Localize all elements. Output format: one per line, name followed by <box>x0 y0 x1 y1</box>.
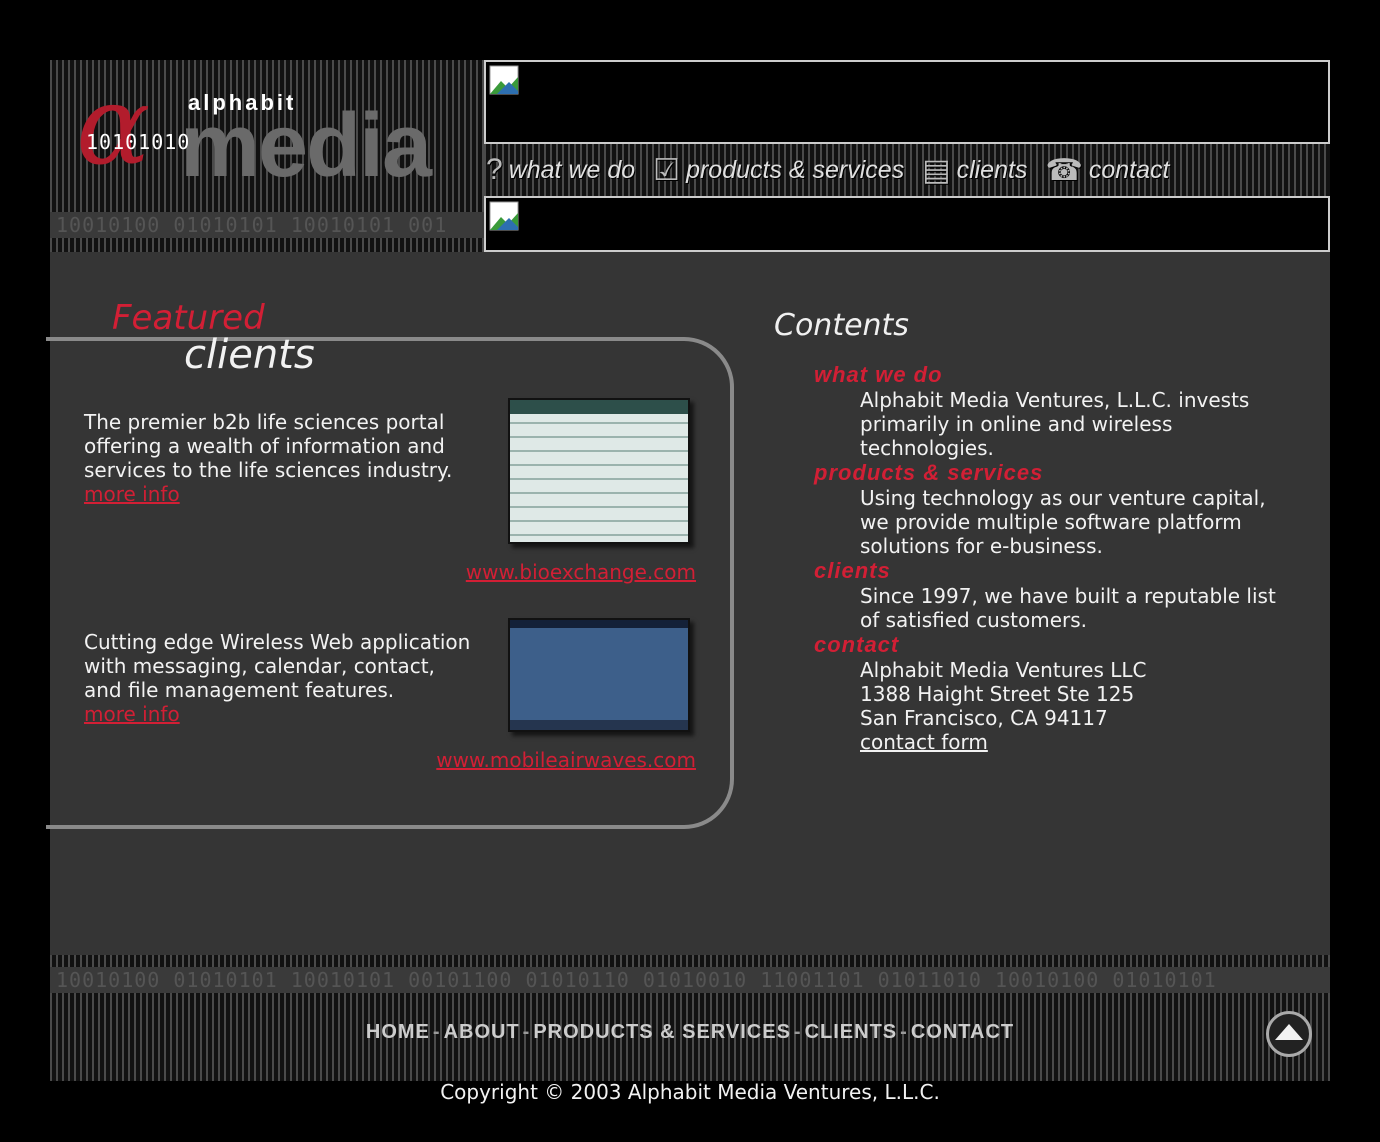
broken-image-icon <box>489 65 519 95</box>
toc-line: Since 1997, we have built a reputable li… <box>860 584 1276 608</box>
nav-products-services[interactable]: ☑ products & services <box>653 153 904 188</box>
nav-label: clients <box>956 155 1028 184</box>
nav-what-we-do[interactable]: ? what we do <box>486 153 635 187</box>
toc-line: 1388 Haight Street Ste 125 <box>860 682 1135 706</box>
main-nav: ? what we do ☑ products & services ▤ cli… <box>484 144 1330 196</box>
banner-top <box>484 60 1330 144</box>
footer-contact-link[interactable]: CONTACT <box>911 1021 1014 1043</box>
toc-section-body: Since 1997, we have built a reputable li… <box>860 584 1294 632</box>
question-mark-icon: ? <box>486 153 503 186</box>
toc-section-body: Alphabit Media Ventures, L.L.C. invests … <box>860 388 1294 460</box>
checkbox-icon: ☑ <box>653 153 681 187</box>
toc-clients-link[interactable]: clients <box>814 558 1294 584</box>
clients-heading: clients <box>184 332 315 378</box>
client-desc-text: The premier b2b life sciences portal off… <box>84 410 453 482</box>
site-footer: 10010100 01010101 10010101 00101100 0101… <box>50 955 1330 1081</box>
toc-line: Alphabit Media Ventures LLC <box>860 658 1147 682</box>
toc-line: technologies. <box>860 436 994 460</box>
toc-line: Alphabit Media Ventures, L.L.C. invests <box>860 388 1250 412</box>
broken-image-icon <box>489 201 519 231</box>
toc-contact-link[interactable]: contact <box>814 632 1294 658</box>
logo-binary: 10101010 <box>86 130 191 154</box>
more-info-link[interactable]: more info <box>84 482 474 506</box>
toc-line: Using technology as our venture capital, <box>860 486 1266 510</box>
toc-line: primarily in online and wireless <box>860 412 1173 436</box>
up-arrow-icon <box>1275 1024 1303 1040</box>
contents-list: what we do Alphabit Media Ventures, L.L.… <box>814 362 1294 754</box>
logo-brand-word: alphabit <box>188 90 297 115</box>
footer-products-services-link[interactable]: PRODUCTS & SERVICES <box>533 1021 791 1043</box>
nav-label: products & services <box>686 155 905 184</box>
nav-clients[interactable]: ▤ clients <box>922 153 1027 188</box>
client-card-bioexchange: The premier b2b life sciences portal off… <box>84 398 696 600</box>
toc-line: of satisfied customers. <box>860 608 1088 632</box>
footer-about-link[interactable]: ABOUT <box>444 1021 520 1043</box>
mobileairwaves-screenshot[interactable] <box>508 618 690 732</box>
footer-home-link[interactable]: HOME <box>366 1021 430 1043</box>
bioexchange-screenshot[interactable] <box>508 398 690 544</box>
client-description: The premier b2b life sciences portal off… <box>84 410 474 506</box>
footer-nav: HOME - ABOUT - PRODUCTS & SERVICES - CLIENTS - C… <box>365 1021 1015 1043</box>
site-header: α media alphabit 10101010 10010100 01010… <box>50 60 1330 252</box>
toc-products-services-link[interactable]: products & services <box>814 460 1294 486</box>
client-card-mobileairwaves: Cutting edge Wireless Web application wi… <box>84 618 696 780</box>
client-description: Cutting edge Wireless Web application wi… <box>84 630 474 726</box>
copyright-text: Copyright © 2003 Alphabit Media Ventures… <box>440 1080 940 1104</box>
toc-section-body: Using technology as our venture capital,… <box>860 486 1294 558</box>
contact-form-link[interactable]: contact form <box>860 730 1294 754</box>
contents-heading: Contents <box>774 308 909 343</box>
toc-section-body: Alphabit Media Ventures LLC 1388 Haight … <box>860 658 1294 754</box>
binary-strip: 10010100 01010101 10010101 00101100 0101… <box>50 967 1330 993</box>
client-url-link[interactable]: www.bioexchange.com <box>466 560 696 584</box>
footer-clients-link[interactable]: CLIENTS <box>805 1021 898 1043</box>
site-logo[interactable]: α media alphabit 10101010 10010100 01010… <box>50 60 484 252</box>
nav-label: contact <box>1088 155 1170 184</box>
main-content: Featured clients The premier b2b life sc… <box>46 252 1330 955</box>
client-url-link[interactable]: www.mobileairwaves.com <box>436 748 696 772</box>
telephone-icon: ☎ <box>1045 153 1083 187</box>
toc-line: San Francisco, CA 94117 <box>860 706 1108 730</box>
banner-bottom <box>484 196 1330 252</box>
nav-label: what we do <box>508 155 636 184</box>
client-desc-text: Cutting edge Wireless Web application wi… <box>84 630 471 702</box>
more-info-link[interactable]: more info <box>84 702 474 726</box>
binary-strip: 10010100 01010101 10010101 001 <box>50 212 484 238</box>
nav-contact[interactable]: ☎ contact <box>1045 153 1169 188</box>
alpha-logo-glyph: α <box>76 61 151 189</box>
briefcase-icon: ▤ <box>922 153 951 187</box>
toc-what-we-do-link[interactable]: what we do <box>814 362 1294 388</box>
back-to-top-button[interactable] <box>1266 1011 1312 1057</box>
toc-line: we provide multiple software platform <box>860 510 1242 534</box>
toc-line: solutions for e-business. <box>860 534 1103 558</box>
